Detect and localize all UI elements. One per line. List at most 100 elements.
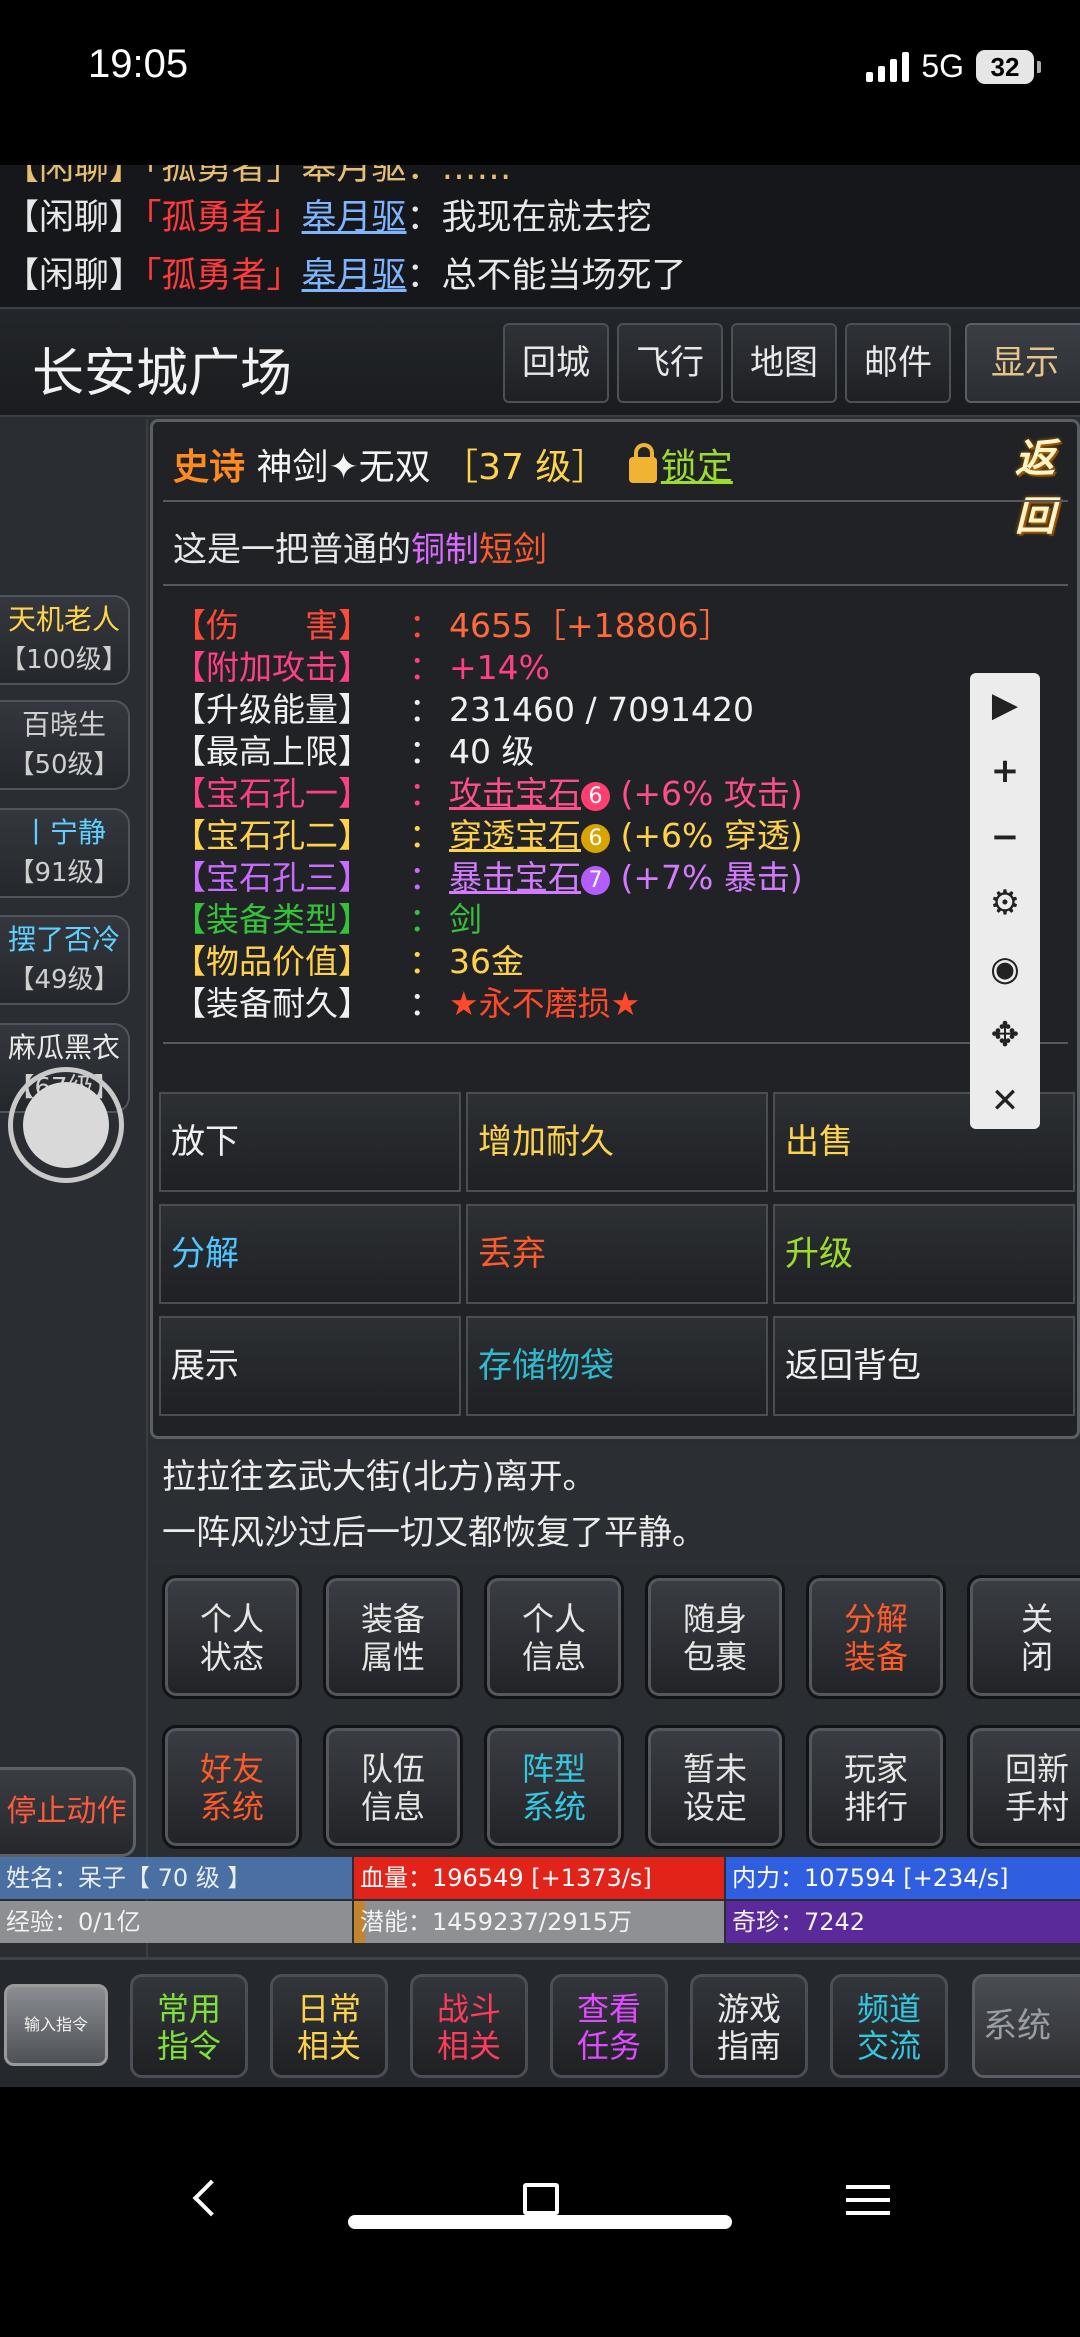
lock-icon[interactable] [628,443,657,483]
command-button[interactable]: 日常 相关 [270,1974,388,2078]
close-icon[interactable]: ✕ [970,1069,1040,1133]
chat-user-link[interactable]: 皋月驱 [302,198,407,238]
treasure-bar: 奇珍：7242 [726,1901,1080,1943]
command-button[interactable]: 战斗 相关 [410,1974,528,2078]
stat-key: 【附加攻击】 [173,648,371,687]
item-stats: 【伤 害】： 4655［+18806］ 【附加攻击】： +14% 【升级能量】： 2314… [173,605,803,1025]
fly-button[interactable]: 飞行 [617,323,723,403]
location-name: 长安城广场 [32,344,293,404]
item-action-button[interactable]: 返回背包 [773,1316,1075,1416]
menu-button[interactable]: 好友 系统 [162,1725,302,1849]
stat-key: 【最高上限】 [173,732,371,771]
system-button[interactable]: 系统 [972,1974,1080,2078]
menu-label-line2: 系统 [521,1788,586,1826]
item-action-button[interactable]: 放下 [159,1092,461,1192]
menu-icon[interactable] [846,2185,890,2224]
menu-label-line1: 好友 [199,1750,264,1788]
menu-button[interactable]: 阵型 系统 [484,1725,624,1849]
menu-button[interactable]: 个人 状态 [162,1575,302,1699]
menu-button[interactable]: 关闭 [967,1575,1080,1699]
move-icon[interactable]: ✥ [970,1003,1040,1067]
stat-row: 【宝石孔一】 ：攻击宝石 6 (+6% 攻击) [173,773,803,815]
item-header: 史诗 神剑✦无双 ［37 级］ 锁定 [173,438,733,490]
plus-icon[interactable]: + [970,739,1040,803]
stat-row: 【装备类型】 ：剑 [173,899,803,941]
chat-tag: 「孤勇者」 [144,198,302,238]
npc-button[interactable]: 百晓生 【50级】 [0,700,130,790]
joystick-knob[interactable] [23,1082,109,1168]
item-action-button[interactable]: 升级 [773,1204,1075,1304]
menu-label-line1: 队伍 [360,1750,425,1788]
chat-line: 【闲聊】「孤勇者」皋月驱：我现在就去挖 [4,189,652,240]
location-bar: 长安城广场 回城 飞行 地图 邮件 显示 [0,307,1080,417]
chat-channel: 【闲聊】 [4,198,145,238]
menu-label-line1: 个人 [521,1600,586,1638]
menu-button[interactable]: 玩家 排行 [806,1725,946,1849]
back-icon[interactable] [192,2179,230,2217]
chat-user-link[interactable]: 皋月驱 [302,256,407,296]
home-icon[interactable] [523,2183,559,2215]
home-indicator[interactable] [348,2215,732,2229]
return-city-button[interactable]: 回城 [503,323,609,403]
command-button[interactable]: 查看 任务 [550,1974,668,2078]
stat-value: +14% [449,648,550,687]
gear-icon[interactable]: ⚙ [970,871,1040,935]
chat-log[interactable]: 【闲聊】「孤勇者」皋月驱：…… 【闲聊】「孤勇者」皋月驱：我现在就去挖 【闲聊】… [0,165,1080,307]
stat-row: 【宝石孔二】 ：穿透宝石 6 (+6% 穿透) [173,815,803,857]
npc-name: 百晓生 [21,708,106,741]
display-button[interactable]: 显示 [965,323,1080,403]
lock-link[interactable]: 锁定 [661,447,733,488]
command-bar: 输入指令 常用 指令 日常 相关 战斗 相关 查看 任务 游戏 指南 频道 交流 系统 [0,1957,1080,2087]
menu-button[interactable]: 队伍 信息 [323,1725,463,1849]
stat-value: 剑 [449,900,482,939]
menu-button[interactable]: 个人 信息 [484,1575,624,1699]
gem-link[interactable]: 攻击宝石 [449,774,581,813]
menu-button[interactable]: 随身 包裹 [645,1575,785,1699]
npc-button[interactable]: 丨宁静 【91级】 [0,808,130,898]
potential-bar: 潜能：1459237/2915万 [354,1901,724,1943]
item-action-button[interactable]: 分解 [159,1204,461,1304]
menu-label-line1: 装备 [360,1600,425,1638]
menu-button[interactable]: 暂未 设定 [645,1725,785,1849]
menu-button[interactable]: 回新 手村 [967,1725,1080,1849]
command-input[interactable]: 输入指令 [4,1984,108,2066]
eye-icon[interactable]: ◉ [970,937,1040,1001]
stop-action-button[interactable]: 停止动作 [0,1767,136,1857]
play-icon[interactable]: ▶ [970,673,1040,737]
npc-name: 丨宁静 [21,816,106,849]
item-action-button[interactable]: 丢弃 [466,1204,768,1304]
npc-button[interactable]: 摆了否冷 【49级】 [0,915,130,1005]
minus-icon[interactable]: − [970,805,1040,869]
item-action-button[interactable]: 展示 [159,1316,461,1416]
desc-text: 这是一把普通的 [173,530,411,570]
gem-link[interactable]: 穿透宝石 [449,816,581,855]
command-label-line1: 常用 [156,1990,221,2028]
gem-bonus: (+6% 攻击) [610,774,803,813]
stat-row: 【附加攻击】 ： +14% [173,647,803,689]
gem-link[interactable]: 暴击宝石 [449,858,581,897]
item-action-button[interactable]: 增加耐久 [466,1092,768,1192]
menu-button[interactable]: 装备 属性 [323,1575,463,1699]
item-level: ［37 级］ [442,447,608,488]
menu-label-line2: 手村 [1004,1788,1069,1826]
map-button[interactable]: 地图 [731,323,837,403]
joystick[interactable] [8,1067,124,1183]
game-screen: 【闲聊】「孤勇者」皋月驱：…… 【闲聊】「孤勇者」皋月驱：我现在就去挖 【闲聊】… [0,165,1080,2087]
item-action-button[interactable]: 存储物袋 [466,1316,768,1416]
command-button[interactable]: 常用 指令 [130,1974,248,2078]
divider [163,500,1068,502]
stat-key: 【升级能量】 [173,690,371,729]
back-badge[interactable]: 返回 [1015,426,1080,540]
stat-row: 【物品价值】 ： 36金 [173,941,803,983]
command-button[interactable]: 频道 交流 [830,1974,948,2078]
npc-button[interactable]: 天机老人 【100级】 [0,595,130,685]
command-button[interactable]: 游戏 指南 [690,1974,808,2078]
menu-button[interactable]: 分解 装备 [806,1575,946,1699]
menu-label-line1: 玩家 [843,1750,908,1788]
mail-button[interactable]: 邮件 [845,323,951,403]
menu-label-line2: 信息 [360,1788,425,1826]
command-label-line2: 指南 [716,2027,781,2065]
npc-level: 【100级】 [0,645,128,675]
menu-label-line2: 装备 [843,1638,908,1676]
menu-label-line2: 属性 [360,1638,425,1676]
